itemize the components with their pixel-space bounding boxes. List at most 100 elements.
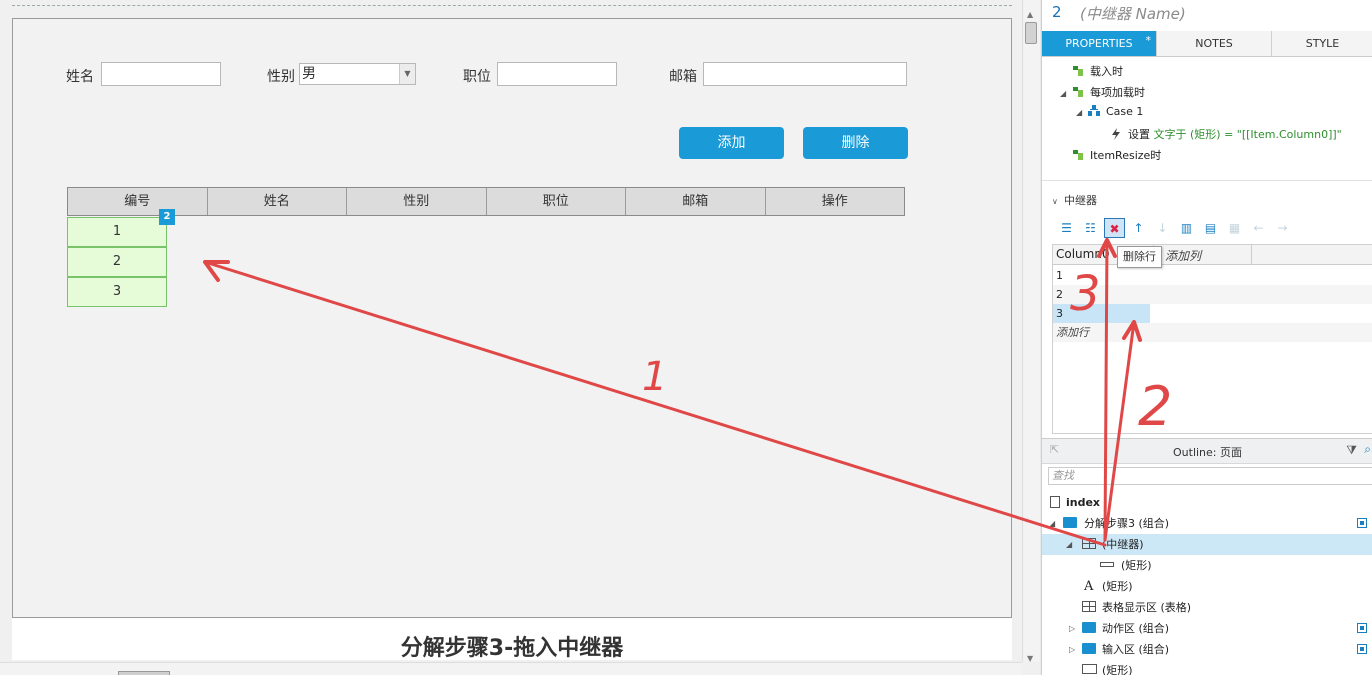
name-label: 姓名: [66, 69, 94, 85]
move-right-icon[interactable]: →: [1272, 218, 1293, 238]
event-icon: [1073, 66, 1083, 76]
dataset-header: Column0 添加列: [1053, 245, 1372, 265]
outline-item-label: 输入区 (组合): [1102, 643, 1170, 656]
case-label: Case 1: [1106, 105, 1144, 118]
event-itemresize[interactable]: ItemResize时: [1072, 147, 1161, 163]
outline-item-page[interactable]: index: [1042, 492, 1372, 513]
case-icon: [1088, 105, 1100, 116]
visibility-marker-icon[interactable]: [1357, 644, 1367, 654]
inspector-tabs: PROPERTIES * NOTES STYLE: [1042, 31, 1372, 57]
event-onload-label: 载入时: [1090, 65, 1123, 78]
outline-item-group[interactable]: ▷ 输入区 (组合): [1042, 639, 1372, 660]
tab-notes[interactable]: NOTES: [1157, 31, 1272, 56]
collapse-arrow-icon[interactable]: ◢: [1049, 513, 1055, 534]
repeater-dataset-grid[interactable]: Column0 添加列 1 2 3 添加行: [1052, 244, 1372, 434]
outline-item-label: 动作区 (组合): [1102, 622, 1170, 635]
action-row[interactable]: 设置 文字于 (矩形) = "[[Item.Column0]]": [1110, 126, 1342, 142]
dataset-cell[interactable]: 2: [1056, 288, 1063, 301]
outline-item-label: (矩形): [1121, 559, 1152, 572]
scroll-down-icon[interactable]: ▼: [1027, 654, 1033, 663]
repeater-section-header[interactable]: ∨ 中继器: [1052, 192, 1097, 208]
chevron-down-icon[interactable]: ▼: [399, 64, 415, 84]
outline-item-label: 分解步骤3 (组合): [1084, 517, 1170, 530]
column-header[interactable]: Column0: [1056, 247, 1110, 261]
visibility-marker-icon[interactable]: [1357, 518, 1367, 528]
outline-item-repeater[interactable]: ◢ (中继器): [1042, 534, 1372, 555]
repeater-item[interactable]: 2: [67, 247, 167, 277]
widget-name-row: 2 (中继器 Name): [1042, 0, 1372, 30]
event-onitemload[interactable]: ◢ 每项加载时: [1060, 84, 1145, 100]
rectangle-icon: [1082, 664, 1097, 674]
repeater-item[interactable]: 1: [67, 217, 167, 247]
repeater-item[interactable]: 3: [67, 277, 167, 307]
add-row-cell[interactable]: 添加行: [1053, 323, 1372, 342]
position-input[interactable]: [497, 62, 617, 86]
outline-item-group[interactable]: ▷ 动作区 (组合): [1042, 618, 1372, 639]
add-column-cell[interactable]: 添加列: [1165, 247, 1201, 264]
tab-style[interactable]: STYLE: [1272, 31, 1372, 56]
widget-index: 2: [1052, 3, 1062, 21]
folder-icon: [1082, 643, 1096, 654]
rectangle-icon: [1100, 562, 1114, 567]
design-canvas[interactable]: 姓名 性别 男 ▼ 职位 邮箱 添加 删除 编号 姓名 性别 职位 邮箱 操作 …: [0, 0, 1040, 675]
expand-arrow-icon[interactable]: ▷: [1069, 639, 1075, 660]
delete-button[interactable]: 删除: [803, 127, 908, 159]
outline-item-rect[interactable]: (矩形): [1042, 660, 1372, 675]
move-down-icon[interactable]: ↓: [1152, 218, 1173, 238]
outline-item-rect[interactable]: (矩形): [1042, 555, 1372, 576]
chevron-down-icon[interactable]: ∨: [1052, 197, 1064, 206]
search-icon[interactable]: ⌕: [1364, 442, 1371, 457]
page-frame: [12, 18, 1012, 618]
outline-item-text[interactable]: A (矩形): [1042, 576, 1372, 597]
table-header: 编号 姓名 性别 职位 邮箱 操作: [67, 187, 905, 216]
dataset-row[interactable]: 1: [1053, 266, 1372, 285]
insert-column-left-icon[interactable]: ▥: [1176, 218, 1197, 238]
event-onitemload-label: 每项加载时: [1090, 86, 1145, 99]
outline-item-table[interactable]: 表格显示区 (表格): [1042, 597, 1372, 618]
delete-column-icon[interactable]: ▦: [1224, 218, 1245, 238]
name-input[interactable]: [101, 62, 221, 86]
delete-row-icon[interactable]: ✖: [1104, 218, 1125, 238]
case-row[interactable]: ◢ Case 1: [1076, 105, 1143, 118]
tab-properties[interactable]: PROPERTIES *: [1042, 31, 1157, 56]
position-label: 职位: [463, 69, 491, 85]
dataset-row-selected[interactable]: 3: [1053, 304, 1372, 323]
table-icon: [1082, 601, 1096, 612]
dataset-cell[interactable]: 3: [1053, 304, 1150, 323]
outline-item-label: index: [1066, 496, 1101, 509]
widget-name-field[interactable]: (中继器 Name): [1080, 3, 1186, 24]
collapse-arrow-icon[interactable]: ◢: [1066, 534, 1072, 555]
folder-icon: [1082, 622, 1096, 633]
tab-properties-label: PROPERTIES: [1065, 37, 1133, 50]
horizontal-scroll-thumb[interactable]: [118, 671, 170, 675]
dataset-cell[interactable]: 1: [1056, 269, 1063, 282]
collapse-arrow-icon[interactable]: ◢: [1060, 89, 1072, 98]
outline-item-label: (中继器): [1102, 538, 1144, 551]
vertical-scrollbar[interactable]: [1022, 0, 1040, 662]
outline-search-input[interactable]: 查找: [1048, 467, 1372, 485]
collapse-arrow-icon[interactable]: ◢: [1076, 108, 1088, 117]
repeater-badge: 2: [159, 209, 175, 225]
insert-column-right-icon[interactable]: ▤: [1200, 218, 1221, 238]
vertical-scroll-thumb[interactable]: [1025, 22, 1037, 44]
gender-select[interactable]: 男 ▼: [299, 63, 416, 85]
move-left-icon[interactable]: ←: [1248, 218, 1269, 238]
gender-label: 性别: [267, 69, 295, 85]
text-widget-icon: A: [1084, 579, 1094, 594]
filter-icon[interactable]: ⧩: [1346, 443, 1357, 458]
insert-row-above-icon[interactable]: ☰: [1056, 218, 1077, 238]
scroll-up-icon[interactable]: ▲: [1027, 10, 1033, 19]
page-caption: 分解步骤3-拖入中继器: [400, 636, 624, 661]
add-button[interactable]: 添加: [679, 127, 784, 159]
outline-item-group[interactable]: ◢ 分解步骤3 (组合): [1042, 513, 1372, 534]
expand-arrow-icon[interactable]: ▷: [1069, 618, 1075, 639]
email-input[interactable]: [703, 62, 907, 86]
dataset-row[interactable]: 2: [1053, 285, 1372, 304]
insert-row-below-icon[interactable]: ☷: [1080, 218, 1101, 238]
email-label: 邮箱: [669, 69, 697, 85]
outline-title: Outline: 页面: [1173, 446, 1242, 459]
outline-item-label: (矩形): [1102, 580, 1133, 593]
move-up-icon[interactable]: ↑: [1128, 218, 1149, 238]
visibility-marker-icon[interactable]: [1357, 623, 1367, 633]
event-onload[interactable]: 载入时: [1072, 63, 1123, 79]
